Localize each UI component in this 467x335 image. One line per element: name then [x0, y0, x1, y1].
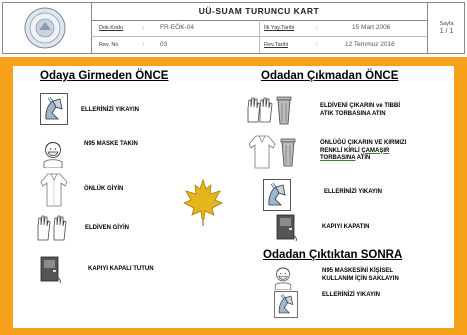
step-wear-gloves: ELDİVEN GİYİN	[85, 225, 130, 231]
gown-icon	[40, 173, 68, 207]
step-wash-hands-after: ELLERİNİZİ YIKAYIN	[322, 292, 381, 298]
step-remove-gown-line2: RENKLİ KİRLİ	[320, 147, 362, 154]
gown-trash-icon	[248, 135, 296, 169]
step-remove-gloves-line1: ELDİVENİ ÇIKARIN ve TIBBİ	[320, 103, 401, 109]
colon: :	[316, 42, 318, 48]
hand-washing-icon	[40, 93, 68, 125]
step-store-n95-line2: KULLANIM İÇİN SAKLAYIN	[322, 275, 399, 282]
doc-code-label: Dok.Kodu	[99, 25, 124, 31]
n95-mask-icon	[43, 142, 63, 168]
page-number-cell: Sayfa 1 / 1	[427, 3, 465, 53]
publish-date-label: İlk Yay.Tarihi	[264, 25, 295, 31]
step-wear-gown: ÖNLÜK GİYİN	[84, 186, 124, 192]
document-header: UÜ-SUAM TURUNCU KART Dok.Kodu : FR-EÖK-0…	[2, 2, 465, 54]
heading-after-exit: Odadan Çıktıktan SONRA	[263, 249, 403, 261]
document-title: UÜ-SUAM TURUNCU KART	[91, 3, 427, 21]
gloves-trash-icon	[247, 96, 292, 125]
rev-no-label: Rev. No	[99, 42, 119, 48]
university-seal-logo	[24, 7, 66, 49]
logo-cell	[3, 3, 92, 53]
rev-no-value: 03	[160, 41, 168, 48]
step-remove-gown: ÖNLÜĞÜ ÇIKARIN VE KIRMIZI RENKLİ KİRLİ Ç…	[320, 140, 406, 163]
step-wash-hands-exit: ELLERİNİZİ YIKAYIN	[324, 189, 383, 195]
laundry-word: ÇAMAŞIR	[361, 147, 390, 154]
doc-code-value: FR-EÖK-04	[160, 24, 194, 31]
gloves-icon	[37, 215, 67, 241]
maple-leaf-icon	[183, 178, 223, 226]
colon: :	[143, 25, 145, 31]
door-icon	[40, 256, 61, 284]
step-remove-gown-line1: ÖNLÜĞÜ ÇIKARIN VE KIRMIZI	[320, 140, 407, 146]
revision-date-value: 12 Temmuz 2016	[345, 41, 395, 48]
step-wear-n95-mask: N95 MASKE TAKIN	[84, 141, 138, 147]
revision-date-label: Rev.Tarihi	[264, 42, 289, 48]
door-icon	[276, 214, 297, 242]
step-remove-gown-line3-rest: ATIN	[355, 155, 371, 161]
step-wash-hands-entry: ELLERİNİZİ YIKAYIN	[81, 107, 140, 113]
colon: :	[316, 25, 318, 31]
hand-washing-icon	[263, 179, 291, 211]
step-store-n95-mask: N95 MASKESİNİ KİŞİSEL KULLANIM İÇİN SAKL…	[322, 268, 399, 283]
step-store-n95-line1: N95 MASKESİNİ KİŞİSEL	[322, 268, 394, 274]
step-close-door: KAPIYI KAPATIN	[322, 224, 370, 230]
page-label: Sayfa	[439, 21, 454, 27]
publish-date-value: 15 Mart 2006	[352, 24, 391, 31]
n95-mask-icon	[274, 267, 292, 290]
bag-word: TORBASINA	[320, 155, 356, 161]
step-remove-gloves: ELDİVENİ ÇIKARIN ve TIBBİ ATIK TORBASINA…	[320, 103, 400, 118]
page-value: 1 / 1	[439, 28, 454, 35]
step-remove-gloves-line2: ATIK TORBASINA ATIN	[320, 110, 386, 117]
step-keep-door-closed: KAPIYI KAPALI TUTUN	[88, 266, 154, 272]
heading-before-exit: Odadan Çıkmadan ÖNCE	[261, 70, 399, 82]
heading-before-entry: Odaya Girmeden ÖNCE	[40, 70, 169, 82]
hand-washing-icon	[274, 291, 298, 318]
colon: :	[143, 42, 145, 48]
header-column-divider	[259, 20, 260, 53]
